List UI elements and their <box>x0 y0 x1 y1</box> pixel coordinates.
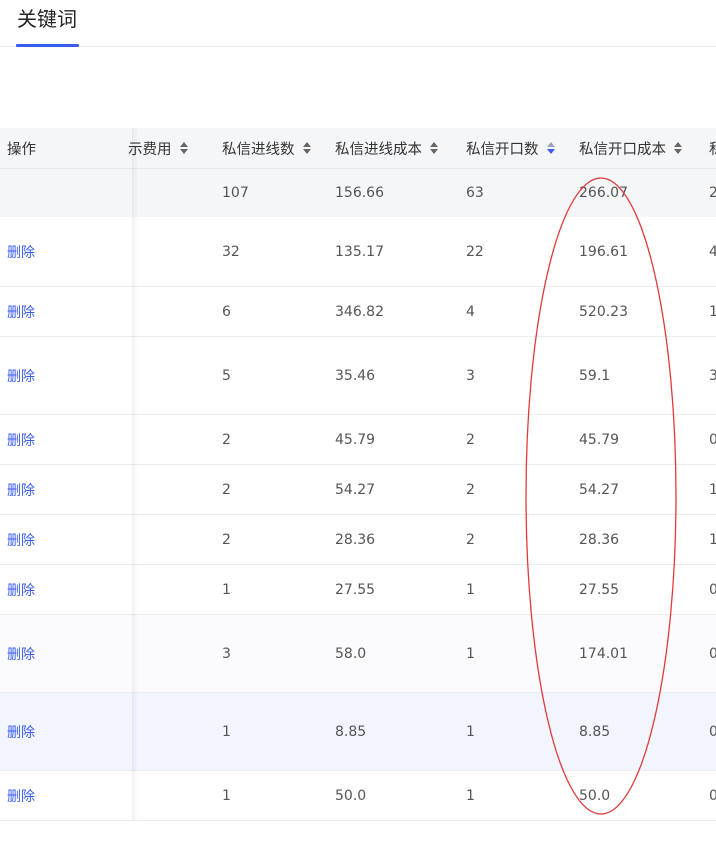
cell-dm-open-cost: 520.23 <box>579 303 628 320</box>
cell-dm-leads-cost: 135.17 <box>335 243 384 260</box>
cell-dm-leads-cost: 346.82 <box>335 303 384 320</box>
tab-active-indicator <box>16 44 79 47</box>
cell-dm-leads-cost: 28.36 <box>335 531 376 548</box>
cell-dm-leads-cost: 27.55 <box>335 581 376 598</box>
tab-keywords[interactable]: 关键词 <box>16 4 78 47</box>
cell-next-partial: 0 <box>709 431 716 448</box>
cell-next-partial: 3 <box>709 367 716 384</box>
cell-dm-leads-count: 5 <box>222 367 231 384</box>
cell-dm-leads-count: 32 <box>222 243 240 260</box>
cell-next-partial: 0 <box>709 581 716 598</box>
cell-dm-open-cost: 174.01 <box>579 645 628 662</box>
cell-dm-open-cost: 27.55 <box>579 581 620 598</box>
table-row: 删除 6 346.82 4 520.23 1 <box>0 287 716 337</box>
table-row: 删除 32 135.17 22 196.61 4 <box>0 217 716 287</box>
delete-link[interactable]: 删除 <box>7 530 35 550</box>
cell-dm-open-count: 2 <box>466 431 475 448</box>
header-cost[interactable]: 示费用 <box>128 128 208 168</box>
summary-dm-open-count: 63 <box>466 185 484 201</box>
cell-dm-leads-count: 2 <box>222 481 231 498</box>
table-row: 删除 5 35.46 3 59.1 3 <box>0 337 716 415</box>
cell-next-partial: 0 <box>709 645 716 662</box>
header-dm-open-cost[interactable]: 私信开口成本 <box>579 128 703 168</box>
cell-dm-leads-count: 1 <box>222 787 231 804</box>
cell-next-partial: 1 <box>709 531 716 548</box>
sort-icon[interactable] <box>430 141 439 155</box>
delete-link[interactable]: 删除 <box>7 722 35 742</box>
cell-dm-leads-count: 6 <box>222 303 231 320</box>
cell-dm-open-count: 2 <box>466 481 475 498</box>
cell-dm-open-count: 1 <box>466 645 475 662</box>
table-row-hovered: 删除 1 8.85 1 8.85 0 <box>0 693 716 771</box>
cell-dm-open-count: 1 <box>466 581 475 598</box>
header-label: 私 <box>709 138 716 159</box>
cell-dm-leads-cost: 45.79 <box>335 431 376 448</box>
table-row: 删除 1 27.55 1 27.55 0 <box>0 565 716 615</box>
cell-dm-open-cost: 8.85 <box>579 723 611 740</box>
sort-icon[interactable] <box>674 141 683 155</box>
summary-next-partial: 2 <box>709 185 716 201</box>
cell-dm-open-cost: 50.0 <box>579 787 611 804</box>
summary-dm-open-cost: 266.07 <box>579 185 628 201</box>
cell-dm-open-cost: 54.27 <box>579 481 620 498</box>
sort-icon[interactable] <box>302 141 312 155</box>
table-row: 删除 2 54.27 2 54.27 1 <box>0 465 716 515</box>
header-label: 私信开口数 <box>466 141 539 158</box>
cell-dm-leads-count: 3 <box>222 645 231 662</box>
summary-row: 107 156.66 63 266.07 2 <box>0 169 716 217</box>
cell-next-partial: 4 <box>709 243 716 260</box>
cell-dm-open-count: 4 <box>466 303 475 320</box>
cell-dm-open-cost: 45.79 <box>579 431 620 448</box>
sort-icon[interactable] <box>179 141 189 155</box>
header-label: 私信进线数 <box>222 141 295 158</box>
cell-dm-leads-cost: 54.27 <box>335 481 376 498</box>
cell-dm-leads-count: 2 <box>222 531 231 548</box>
summary-dm-leads-count: 107 <box>222 185 249 201</box>
header-dm-open-count[interactable]: 私信开口数 <box>466 128 574 168</box>
table-row: 删除 2 28.36 2 28.36 1 <box>0 515 716 565</box>
header-label: 私信开口成本 <box>579 141 666 158</box>
header-operation: 操作 <box>7 128 127 168</box>
delete-link[interactable]: 删除 <box>7 302 35 322</box>
header-label: 私信进线成本 <box>335 141 422 158</box>
table-row: 删除 2 45.79 2 45.79 0 <box>0 415 716 465</box>
tab-bar: 关键词 <box>0 0 716 47</box>
cell-dm-open-count: 1 <box>466 787 475 804</box>
summary-dm-leads-cost: 156.66 <box>335 185 384 201</box>
table-row: 删除 1 50.0 1 50.0 0 <box>0 771 716 821</box>
table-header-row: 操作 示费用 私信进线数 私信进线成本 私信开口数 私信开口成本 私 <box>0 128 716 169</box>
header-label: 操作 <box>7 141 36 158</box>
header-dm-leads-cost[interactable]: 私信进线成本 <box>335 128 460 168</box>
delete-link[interactable]: 删除 <box>7 480 35 500</box>
delete-link[interactable]: 删除 <box>7 430 35 450</box>
cell-dm-leads-cost: 8.85 <box>335 723 367 740</box>
cell-next-partial: 0 <box>709 787 716 804</box>
cell-dm-open-cost: 59.1 <box>579 367 611 384</box>
delete-link[interactable]: 删除 <box>7 644 35 664</box>
cell-dm-leads-count: 1 <box>222 723 231 740</box>
cell-dm-leads-count: 1 <box>222 581 231 598</box>
cell-dm-open-count: 1 <box>466 723 475 740</box>
header-dm-leads-count[interactable]: 私信进线数 <box>222 128 330 168</box>
header-label: 示费用 <box>128 141 172 158</box>
cell-next-partial: 1 <box>709 481 716 498</box>
cell-dm-leads-cost: 35.46 <box>335 367 376 384</box>
cell-dm-open-count: 3 <box>466 367 475 384</box>
cell-dm-leads-cost: 58.0 <box>335 645 367 662</box>
table-row: 删除 3 58.0 1 174.01 0 <box>0 615 716 693</box>
sort-icon-active-desc[interactable] <box>546 141 556 155</box>
cell-dm-open-count: 2 <box>466 531 475 548</box>
cell-dm-leads-count: 2 <box>222 431 231 448</box>
cell-dm-open-count: 22 <box>466 243 484 260</box>
cell-next-partial: 1 <box>709 303 716 320</box>
delete-link[interactable]: 删除 <box>7 366 35 386</box>
delete-link[interactable]: 删除 <box>7 580 35 600</box>
cell-dm-open-cost: 28.36 <box>579 531 620 548</box>
header-next-partial: 私 <box>709 128 716 168</box>
cell-next-partial: 0 <box>709 723 716 740</box>
delete-link[interactable]: 删除 <box>7 786 35 806</box>
delete-link[interactable]: 删除 <box>7 242 35 262</box>
cell-dm-open-cost: 196.61 <box>579 243 628 260</box>
cell-dm-leads-cost: 50.0 <box>335 787 367 804</box>
